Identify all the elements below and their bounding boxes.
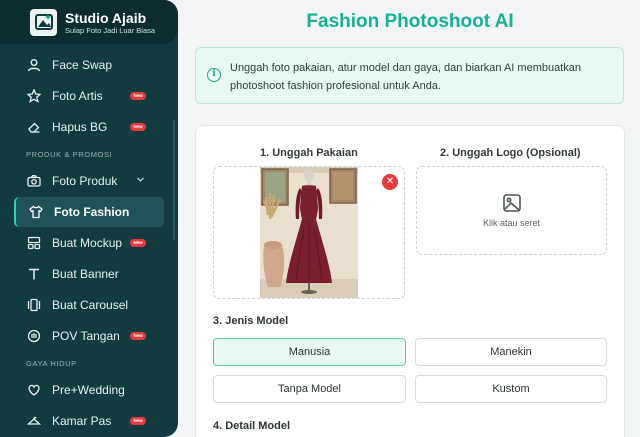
model-option-manekin[interactable]: Manekin [415, 338, 607, 366]
sidebar-item-buat-carousel[interactable]: Buat Carousel [14, 290, 164, 320]
heart-icon [26, 382, 42, 398]
form-card: 1. Unggah Pakaian ✕ 2. Unggah Logo (Opsi… [195, 125, 625, 437]
new-badge: New [130, 92, 146, 100]
sidebar-item-label: Kamar Pas [52, 414, 112, 428]
section-gaya-hidup: GAYA HIDUP [26, 359, 77, 368]
new-badge: New [130, 123, 146, 131]
camera-icon [26, 173, 42, 189]
user-icon [26, 57, 42, 73]
upload-logo-label: 2. Unggah Logo (Opsional) [440, 147, 581, 159]
chevron-down-icon[interactable] [136, 175, 145, 186]
brand-name: Studio Ajaib [65, 9, 147, 26]
carousel-icon [26, 297, 42, 313]
section-produk-promosi: PRODUK & PROMOSI [26, 150, 113, 159]
model-option-kustom[interactable]: Kustom [415, 375, 607, 403]
new-badge: New [130, 417, 146, 425]
eraser-icon [26, 119, 42, 135]
upload-clothing-label: 1. Unggah Pakaian [260, 147, 358, 159]
info-banner: i Unggah foto pakaian, atur model dan ga… [195, 47, 624, 104]
sidebar-item-buat-mockup[interactable]: Buat Mockup New [14, 228, 164, 258]
info-icon: i [207, 68, 221, 82]
new-badge: New [130, 239, 146, 247]
logo-icon [30, 8, 57, 36]
layout-icon [26, 235, 42, 251]
sidebar-item-label: Face Swap [52, 58, 113, 72]
sidebar-item-foto-artis[interactable]: Foto Artis New [14, 81, 164, 111]
sidebar-item-label: Pre+Wedding [52, 383, 125, 397]
clothing-preview-image [260, 167, 358, 298]
model-option-tanpa-model[interactable]: Tanpa Model [213, 375, 406, 403]
remove-image-button[interactable]: ✕ [382, 174, 398, 190]
sidebar-item-label: Hapus BG [52, 120, 108, 134]
info-text: Unggah foto pakaian, atur model dan gaya… [230, 62, 582, 92]
model-detail-label: 4. Detail Model [213, 420, 291, 432]
sidebar-item-label: Buat Mockup [52, 236, 123, 250]
sidebar-item-foto-fashion[interactable]: Foto Fashion [14, 197, 164, 227]
sidebar-item-kamar-pas[interactable]: Kamar Pas New [14, 406, 164, 436]
sidebar-nav: Face Swap Foto Artis New Hapus BG New PR… [0, 50, 178, 437]
sidebar-item-label: Foto Artis [52, 89, 103, 103]
upload-logo-hint: Klik atau seret [482, 218, 541, 228]
upload-logo-dropzone[interactable]: Klik atau seret [416, 166, 607, 255]
brand-tagline: Sulap Foto Jadi Luar Biasa [65, 25, 156, 35]
sidebar-item-pre-wedding[interactable]: Pre+Wedding [14, 375, 164, 405]
sidebar-item-foto-produk[interactable]: Foto Produk [14, 166, 164, 196]
hanger-icon [26, 413, 42, 429]
sidebar-item-buat-banner[interactable]: Buat Banner [14, 259, 164, 289]
image-upload-icon [502, 193, 522, 218]
sidebar-item-label: POV Tangan [52, 329, 120, 343]
sidebar-scrollbar[interactable] [173, 120, 175, 240]
sidebar-item-label: Foto Produk [52, 174, 118, 188]
sidebar-item-pov-tangan[interactable]: POV Tangan New [14, 321, 164, 351]
text-icon [26, 266, 42, 282]
brand-header[interactable]: Studio Ajaib Sulap Foto Jadi Luar Biasa [0, 0, 178, 44]
hand-icon [26, 328, 42, 344]
model-option-manusia[interactable]: Manusia [213, 338, 406, 366]
sidebar-item-hapus-bg[interactable]: Hapus BG New [14, 112, 164, 142]
sidebar-item-label: Buat Banner [52, 267, 119, 281]
sidebar: Studio Ajaib Sulap Foto Jadi Luar Biasa … [0, 0, 178, 437]
model-type-label: 3. Jenis Model [213, 315, 289, 327]
sidebar-item-face-swap[interactable]: Face Swap [14, 50, 164, 80]
new-badge: New [130, 332, 146, 340]
star-icon [26, 88, 42, 104]
sidebar-item-label: Foto Fashion [54, 205, 130, 219]
page-title: Fashion Photoshoot AI [306, 11, 514, 32]
sidebar-item-label: Buat Carousel [52, 298, 129, 312]
upload-clothing-dropzone[interactable]: ✕ [213, 166, 405, 299]
shirt-icon [28, 204, 44, 220]
